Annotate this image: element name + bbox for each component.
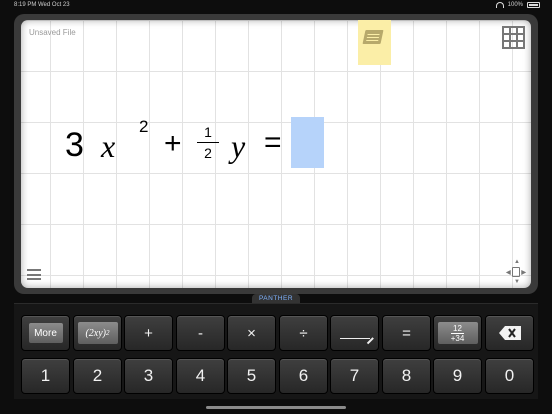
power-key[interactable]: (2xy) 2 — [73, 315, 122, 351]
eq-exponent[interactable]: 2 — [139, 118, 148, 135]
digit-key-1[interactable]: 1 — [21, 358, 70, 394]
input-cursor-box[interactable] — [291, 117, 324, 168]
more-label: More — [28, 323, 63, 343]
underline-key[interactable] — [330, 315, 379, 351]
mixed-number-key[interactable]: 12 +34 — [433, 315, 482, 351]
divide-key[interactable]: ÷ — [279, 315, 328, 351]
backspace-key[interactable] — [485, 315, 534, 351]
app-frame: 8:19 PM Wed Oct 23 100% Unsaved File 3 x… — [0, 0, 552, 414]
digit-key-3[interactable]: 3 — [124, 358, 173, 394]
minus-key[interactable]: - — [176, 315, 225, 351]
home-indicator[interactable] — [206, 406, 346, 409]
equation: 3 x 2 + 1 2 y = — [21, 20, 531, 288]
digit-key-9[interactable]: 9 — [433, 358, 482, 394]
plus-key[interactable]: + — [124, 315, 173, 351]
digit-key-2[interactable]: 2 — [73, 358, 122, 394]
menu-icon[interactable] — [27, 269, 41, 280]
eq-frac-denominator: 2 — [204, 145, 212, 161]
eq-equals[interactable]: = — [264, 128, 282, 158]
status-time: 8:19 PM — [14, 2, 37, 8]
eq-frac-numerator: 1 — [204, 124, 212, 140]
more-key[interactable]: More — [21, 315, 70, 351]
battery-percent: 100% — [507, 2, 523, 8]
backspace-icon — [498, 326, 521, 340]
digit-key-4[interactable]: 4 — [176, 358, 225, 394]
battery-icon — [527, 2, 540, 8]
digit-key-8[interactable]: 8 — [382, 358, 431, 394]
eq-plus[interactable]: + — [164, 129, 182, 159]
mixed-number-label: 12 +34 — [437, 322, 478, 344]
status-date: Wed Oct 23 — [38, 2, 70, 8]
eq-var-y[interactable]: y — [231, 130, 245, 162]
underline-icon — [339, 327, 374, 344]
digit-key-7[interactable]: 7 — [330, 358, 379, 394]
eq-coefficient[interactable]: 3 — [65, 128, 84, 162]
power-exponent: 2 — [106, 329, 110, 337]
status-right: 100% — [495, 0, 540, 10]
digit-key-5[interactable]: 5 — [227, 358, 276, 394]
power-label: (2xy) 2 — [77, 322, 118, 344]
eq-frac-bar — [197, 142, 219, 143]
math-keyboard: More (2xy) 2 + - × ÷ = 12 +34 1 2 3 4 5 … — [14, 303, 538, 399]
times-key[interactable]: × — [227, 315, 276, 351]
eq-fraction[interactable]: 1 2 — [197, 124, 219, 161]
mixed-top: 12 — [453, 323, 462, 333]
power-base: (2xy) — [85, 327, 107, 339]
digit-key-0[interactable]: 0 — [485, 358, 534, 394]
math-canvas[interactable]: Unsaved File 3 x 2 + 1 2 y = ▲ ▼ ◀ ▶ — [21, 20, 531, 288]
mixed-bottom: +34 — [450, 332, 465, 343]
equals-key[interactable]: = — [382, 315, 431, 351]
digit-key-6[interactable]: 6 — [279, 358, 328, 394]
status-bar: 8:19 PM Wed Oct 23 100% — [0, 0, 552, 10]
canvas-bezel: Unsaved File 3 x 2 + 1 2 y = ▲ ▼ ◀ ▶ — [14, 14, 538, 294]
brand-label: PANTHER — [252, 294, 300, 303]
eq-var-x[interactable]: x — [101, 130, 115, 162]
wifi-icon — [495, 2, 504, 8]
move-icon[interactable]: ▲ ▼ ◀ ▶ — [506, 259, 526, 285]
